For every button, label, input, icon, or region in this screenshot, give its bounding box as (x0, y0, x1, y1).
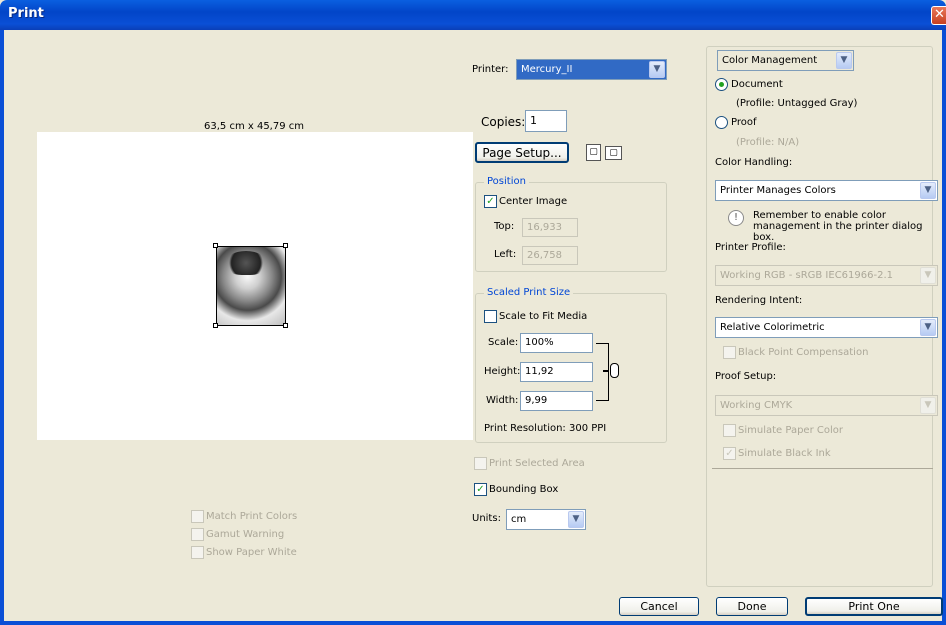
proof-setup-label: Proof Setup: (715, 371, 777, 382)
printer-label: Printer: (472, 64, 509, 75)
scale-label: Scale: (488, 337, 519, 348)
printer-profile-select[interactable]: Working RGB - sRGB IEC61966-2.1 ▼ (715, 265, 938, 286)
constrain-bracket (596, 343, 609, 401)
gamut-warning-label: Gamut Warning (206, 529, 285, 540)
bounding-box-checkbox[interactable]: ✓ (474, 483, 487, 496)
proof-setup-select[interactable]: Working CMYK ▼ (715, 395, 938, 416)
resize-handle-tl[interactable] (213, 243, 218, 248)
top-label: Top: (494, 221, 515, 232)
scale-to-fit-label: Scale to Fit Media (499, 311, 588, 322)
scale-input[interactable]: 100% (520, 333, 593, 353)
proof-profile: (Profile: N/A) (736, 137, 800, 148)
proof-label: Proof (731, 117, 757, 128)
center-image-label: Center Image (499, 196, 568, 207)
resize-handle-bl[interactable] (213, 323, 218, 328)
scale-to-fit-checkbox[interactable] (484, 310, 497, 323)
chevron-down-icon: ▼ (649, 61, 665, 78)
landscape-orientation-icon[interactable]: ▢ (605, 146, 622, 160)
color-mode-value: Color Management (722, 55, 818, 66)
window-frame-bottom (0, 621, 946, 625)
rendering-intent-value: Relative Colorimetric (720, 322, 825, 333)
left-label: Left: (494, 249, 517, 260)
simulate-paper-label: Simulate Paper Color (738, 425, 843, 436)
gamut-warning-checkbox[interactable] (191, 528, 204, 541)
units-value: cm (511, 514, 527, 525)
rendering-intent-label: Rendering Intent: (715, 295, 803, 306)
simulate-paper-checkbox[interactable] (723, 424, 736, 437)
document-profile: (Profile: Untagged Gray) (736, 98, 858, 109)
image-thumbnail[interactable] (216, 246, 286, 326)
resize-handle-tr[interactable] (283, 243, 288, 248)
resize-handle-br[interactable] (283, 323, 288, 328)
proof-radio[interactable] (715, 116, 728, 129)
black-point-checkbox[interactable] (723, 346, 736, 359)
printer-profile-label: Printer Profile: (715, 242, 786, 253)
done-button[interactable]: Done (716, 597, 788, 616)
info-warning-icon: ! (728, 210, 744, 226)
scaled-print-size-title: Scaled Print Size (484, 287, 574, 298)
show-paper-white-label: Show Paper White (206, 547, 297, 558)
simulate-ink-label: Simulate Black Ink (738, 448, 831, 459)
printer-value: Mercury_II (521, 64, 573, 75)
units-select[interactable]: cm ▼ (506, 509, 586, 530)
print-selected-area-checkbox[interactable] (474, 457, 487, 470)
left-input[interactable]: 26,758 (522, 246, 578, 265)
print-one-button[interactable]: Print One (805, 597, 943, 616)
match-print-colors-checkbox[interactable] (191, 510, 204, 523)
rendering-intent-select[interactable]: Relative Colorimetric ▼ (715, 317, 938, 338)
bounding-box-label: Bounding Box (489, 484, 559, 495)
chevron-down-icon: ▼ (920, 267, 936, 284)
document-radio[interactable] (715, 78, 728, 91)
center-image-checkbox[interactable]: ✓ (484, 195, 497, 208)
constrain-bracket-tick (603, 370, 609, 372)
portrait-orientation-icon[interactable]: ▢ (586, 144, 601, 161)
match-print-colors-label: Match Print Colors (206, 511, 298, 522)
height-label: Height: (484, 366, 521, 377)
cancel-button[interactable]: Cancel (619, 597, 699, 616)
chevron-down-icon: ▼ (568, 511, 584, 528)
print-selected-area-label: Print Selected Area (489, 458, 585, 469)
title-bar (0, 0, 946, 30)
proof-setup-value: Working CMYK (720, 400, 793, 411)
position-group-title: Position (484, 176, 529, 187)
window-title: Print (8, 6, 44, 21)
panel-divider (712, 468, 933, 469)
paper-size-label: 63,5 cm x 45,79 cm (204, 121, 305, 132)
window-frame-right (942, 30, 946, 625)
color-handling-select[interactable]: Printer Manages Colors ▼ (715, 180, 938, 201)
show-paper-white-checkbox[interactable] (191, 546, 204, 559)
simulate-ink-checkbox[interactable]: ✓ (723, 447, 736, 460)
link-icon[interactable] (610, 363, 619, 378)
black-point-label: Black Point Compensation (738, 347, 869, 358)
chevron-down-icon: ▼ (836, 52, 852, 69)
page-setup-button[interactable]: Page Setup... (475, 142, 569, 163)
document-label: Document (731, 79, 783, 90)
chevron-down-icon: ▼ (920, 397, 936, 414)
color-handling-label: Color Handling: (715, 157, 793, 168)
chevron-down-icon: ▼ (920, 319, 936, 336)
color-reminder-text: Remember to enable color management in t… (753, 210, 923, 243)
color-mode-select[interactable]: Color Management ▼ (717, 50, 854, 71)
printer-select[interactable]: Mercury_II ▼ (516, 59, 667, 80)
top-input[interactable]: 16,933 (522, 218, 578, 237)
printer-profile-value: Working RGB - sRGB IEC61966-2.1 (720, 270, 894, 281)
color-handling-value: Printer Manages Colors (720, 185, 836, 196)
width-label: Width: (486, 395, 519, 406)
window-frame-left (0, 30, 4, 625)
copies-label: Copies: (481, 115, 526, 129)
units-label: Units: (472, 513, 501, 524)
width-input[interactable]: 9,99 (520, 391, 593, 411)
chevron-down-icon: ▼ (920, 182, 936, 199)
print-resolution: Print Resolution: 300 PPI (484, 423, 607, 434)
height-input[interactable]: 11,92 (520, 362, 593, 382)
close-button[interactable]: ✕ (931, 6, 946, 25)
copies-input[interactable]: 1 (525, 110, 567, 132)
